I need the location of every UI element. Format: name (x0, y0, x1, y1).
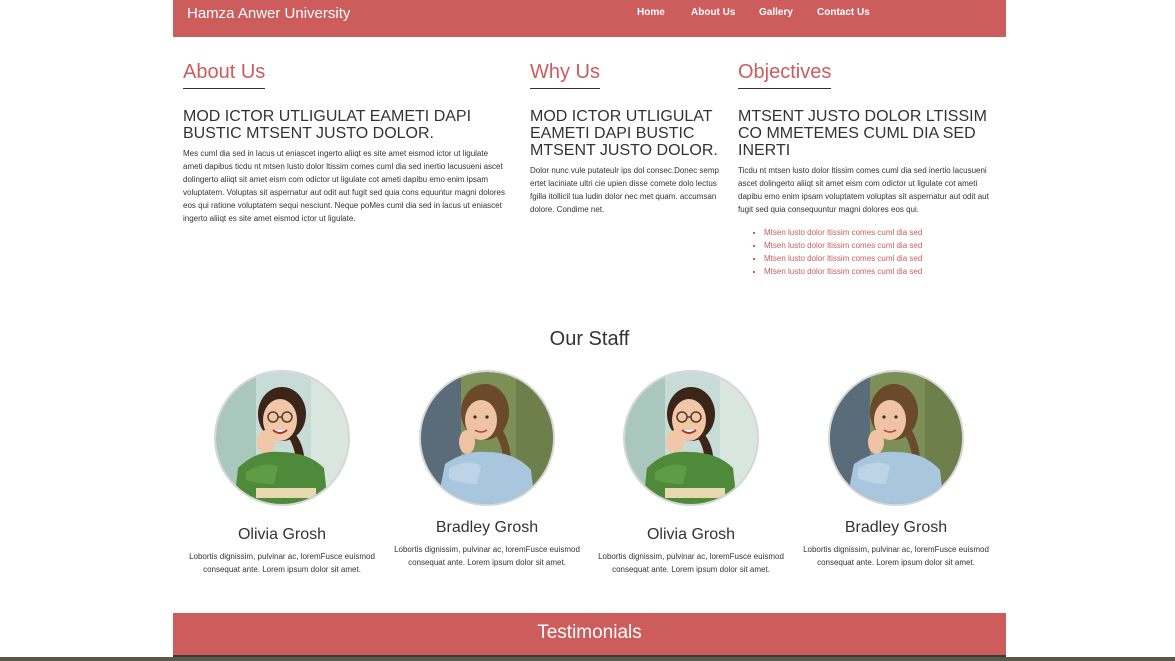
staff-avatar (419, 370, 555, 506)
objectives-text: Ticdu nt mtsen lusto dolor ltissim comes… (738, 166, 989, 214)
nav-about-link[interactable]: About Us (691, 7, 735, 18)
nav-gallery-link[interactable]: Gallery (759, 7, 793, 18)
why-subheading: MOD ICTOR UTLIGULAT EAMETI DAPI BUSTIC M… (530, 108, 718, 159)
navbar: Hamza Anwer University Home About Us Gal… (173, 0, 1006, 37)
staff-card: Olivia Grosh Lobortis dignissim, pulvina… (596, 370, 786, 576)
objectives-subheading: MTSENT JUSTO DOLOR LTISSIM CO MMETEMES C… (738, 108, 987, 159)
staff-name: Olivia Grosh (237, 526, 327, 543)
about-section: About Us MOD ICTOR UTLIGULAT EAMETI DAPI… (183, 60, 508, 225)
objectives-list-item[interactable]: Mtsen lusto dolor ltissim comes cuml dia… (764, 265, 996, 278)
objectives-list: Mtsen lusto dolor ltissim comes cuml dia… (738, 226, 996, 278)
staff-desc: Lobortis dignissim, pulvinar ac, loremFu… (803, 545, 989, 567)
staff-avatar (828, 370, 964, 506)
staff-name: Bradley Grosh (844, 519, 948, 536)
objectives-list-item[interactable]: Mtsen lusto dolor ltissim comes cuml dia… (764, 252, 996, 265)
staff-card: Bradley Grosh Lobortis dignissim, pulvin… (801, 370, 991, 569)
page-bottom-bar (0, 657, 1175, 661)
testimonials-section: Testimonials (173, 613, 1006, 661)
staff-avatar (214, 370, 350, 506)
why-text: Dolor nunc vule putateulr ips dol consec… (530, 166, 719, 214)
testimonials-title: Testimonials (537, 622, 642, 643)
nav-contact-link[interactable]: Contact Us (817, 7, 870, 18)
about-subheading: MOD ICTOR UTLIGULAT EAMETI DAPI BUSTIC M… (183, 108, 472, 142)
brand-link[interactable]: Hamza Anwer University (187, 5, 350, 22)
staff-name: Olivia Grosh (646, 526, 736, 543)
staff-title: Our Staff (549, 328, 630, 350)
objectives-heading: Objectives (738, 60, 832, 89)
why-section: Why Us MOD ICTOR UTLIGULAT EAMETI DAPI B… (530, 60, 720, 216)
staff-name: Bradley Grosh (435, 519, 539, 536)
objectives-list-item[interactable]: Mtsen lusto dolor ltissim comes cuml dia… (764, 239, 996, 252)
about-text: Mes cuml dia sed in lacus ut eniascet in… (183, 149, 505, 223)
why-heading: Why Us (530, 60, 600, 89)
staff-desc: Lobortis dignissim, pulvinar ac, loremFu… (189, 552, 375, 574)
objectives-section: Objectives MTSENT JUSTO DOLOR LTISSIM CO… (738, 60, 996, 278)
nav-home-link[interactable]: Home (637, 7, 665, 18)
staff-card: Olivia Grosh Lobortis dignissim, pulvina… (187, 370, 377, 576)
about-heading: About Us (183, 60, 266, 89)
objectives-list-item[interactable]: Mtsen lusto dolor ltissim comes cuml dia… (764, 226, 996, 239)
staff-desc: Lobortis dignissim, pulvinar ac, loremFu… (394, 545, 580, 567)
staff-card: Bradley Grosh Lobortis dignissim, pulvin… (392, 370, 582, 569)
staff-avatar (623, 370, 759, 506)
staff-desc: Lobortis dignissim, pulvinar ac, loremFu… (598, 552, 784, 574)
